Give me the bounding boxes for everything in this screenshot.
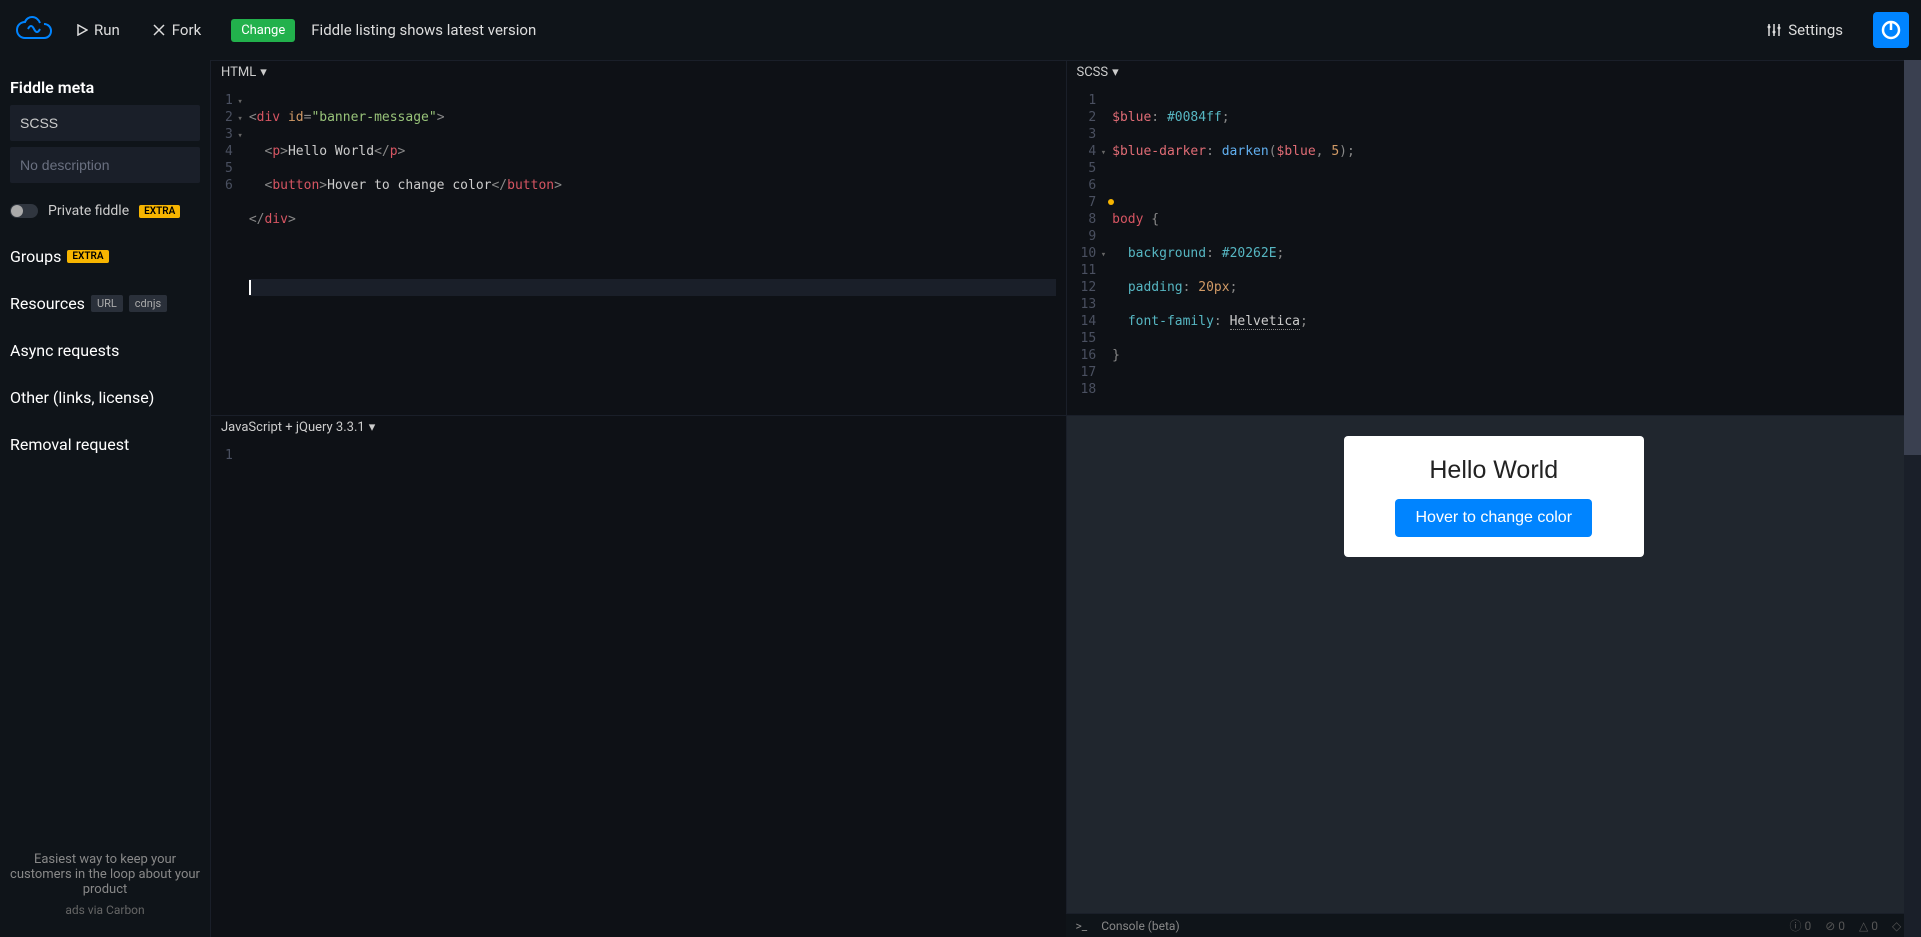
- fiddle-desc-input[interactable]: [10, 147, 200, 183]
- chevron-down-icon: ▾: [369, 420, 376, 435]
- fiddle-meta-title: Fiddle meta: [10, 78, 200, 97]
- fork-label: Fork: [172, 21, 201, 39]
- html-editor[interactable]: 1▾2▾3▾456 <div id="banner-message"> <p>H…: [211, 84, 1066, 415]
- html-tab[interactable]: HTML▾: [211, 61, 1066, 84]
- change-badge[interactable]: Change: [231, 19, 295, 42]
- chevron-down-icon: ▾: [260, 65, 267, 80]
- scss-panel: SCSS▾ 1234▾5678910▾1112131415161718 $blu…: [1066, 60, 1921, 415]
- js-tab[interactable]: JavaScript + jQuery 3.3.1▾: [211, 416, 1066, 439]
- scrollbar[interactable]: [1904, 415, 1921, 937]
- scrollbar[interactable]: [1904, 60, 1921, 415]
- settings-label: Settings: [1788, 21, 1843, 39]
- console-info-count: ⓘ 0: [1789, 917, 1811, 934]
- sidebar-item-resources[interactable]: Resources URL cdnjs: [10, 294, 200, 313]
- sidebar-item-other[interactable]: Other (links, license): [10, 388, 200, 407]
- console-warn-count: △ 0: [1859, 919, 1878, 933]
- fork-button[interactable]: Fork: [140, 13, 213, 47]
- text-cursor: [249, 280, 251, 295]
- js-panel: JavaScript + jQuery 3.3.1▾ 1: [210, 415, 1066, 937]
- url-badge: URL: [91, 295, 123, 312]
- scss-editor[interactable]: 1234▾5678910▾1112131415161718 $blue: #00…: [1067, 84, 1921, 415]
- sidebar-ad[interactable]: Easiest way to keep your customers in th…: [10, 842, 200, 927]
- result-panel: Hello World Hover to change color: [1066, 415, 1921, 937]
- html-panel: HTML▾ 1▾2▾3▾456 <div id="banner-message"…: [210, 60, 1066, 415]
- power-button[interactable]: [1873, 12, 1909, 48]
- sidebar-item-async[interactable]: Async requests: [10, 341, 200, 360]
- chevron-down-icon: ▾: [1112, 65, 1119, 80]
- sliders-icon: [1766, 22, 1782, 38]
- power-icon: [1880, 19, 1902, 41]
- change-message: Fiddle listing shows latest version: [311, 21, 536, 39]
- hover-button[interactable]: Hover to change color: [1395, 499, 1592, 537]
- sidebar-item-groups[interactable]: Groups EXTRA: [10, 247, 200, 266]
- private-toggle[interactable]: [10, 204, 38, 218]
- fork-icon: [152, 23, 166, 37]
- sidebar: Fiddle meta Private fiddle EXTRA Groups …: [0, 60, 210, 937]
- logo[interactable]: [12, 8, 56, 52]
- console-label: Console (beta): [1101, 919, 1179, 933]
- fiddle-title-input[interactable]: [10, 105, 200, 141]
- sidebar-item-removal[interactable]: Removal request: [10, 435, 200, 454]
- private-label: Private fiddle: [48, 203, 129, 219]
- banner-message: Hello World Hover to change color: [1344, 436, 1644, 557]
- hello-text: Hello World: [1364, 456, 1624, 485]
- cdnjs-badge: cdnjs: [129, 295, 167, 312]
- console-prompt-icon: >_: [1076, 919, 1088, 933]
- console-bar[interactable]: >_ Console (beta) ⓘ 0 ⊘ 0 △ 0 ◇ 0: [1066, 913, 1921, 937]
- settings-button[interactable]: Settings: [1754, 13, 1855, 47]
- extra-badge: EXTRA: [67, 250, 108, 263]
- scss-tab[interactable]: SCSS▾: [1067, 61, 1921, 84]
- run-button[interactable]: Run: [64, 13, 132, 47]
- play-icon: [76, 24, 88, 36]
- js-editor[interactable]: 1: [211, 439, 1066, 937]
- console-error-count: ⊘ 0: [1825, 919, 1845, 933]
- top-bar: Run Fork Change Fiddle listing shows lat…: [0, 0, 1921, 60]
- extra-badge: EXTRA: [139, 205, 180, 218]
- run-label: Run: [94, 21, 120, 39]
